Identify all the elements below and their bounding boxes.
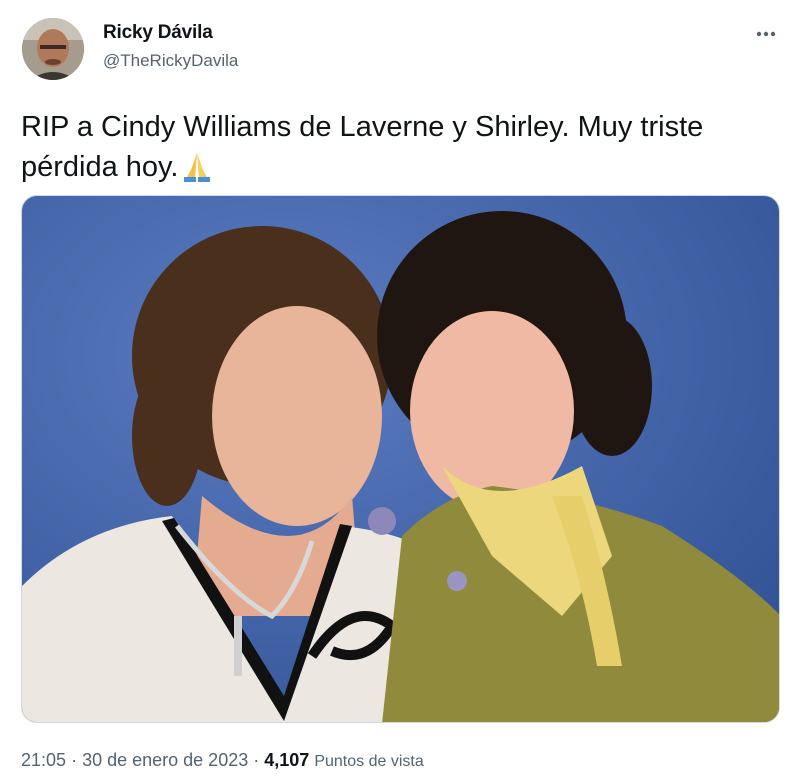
meta-separator: · (71, 750, 78, 770)
tweet-photo[interactable] (21, 195, 780, 723)
tweet-date[interactable]: 30 de enero de 2023 (82, 750, 248, 770)
tweet-meta: 21:05 · 30 de enero de 2023 · 4,107 Punt… (21, 750, 424, 771)
views-count[interactable]: 4,107 (264, 750, 309, 770)
author-handle[interactable]: @TheRickyDavila (103, 51, 238, 71)
more-button[interactable] (748, 20, 784, 48)
avatar[interactable] (22, 18, 84, 80)
photo-image (22, 196, 779, 722)
views-label: Puntos de vista (314, 753, 424, 770)
meta-separator: · (253, 750, 260, 770)
avatar-image (22, 18, 84, 80)
tweet-text: RIP a Cindy Williams de Laverne y Shirle… (21, 107, 781, 193)
folded-hands-icon (180, 150, 214, 193)
more-icon (756, 31, 776, 37)
author-name[interactable]: Ricky Dávila (103, 22, 213, 44)
tweet: Ricky Dávila @TheRickyDavila RIP a Cindy… (0, 0, 800, 776)
tweet-time[interactable]: 21:05 (21, 750, 66, 770)
tweet-text-content: RIP a Cindy Williams de Laverne y Shirle… (21, 111, 704, 183)
